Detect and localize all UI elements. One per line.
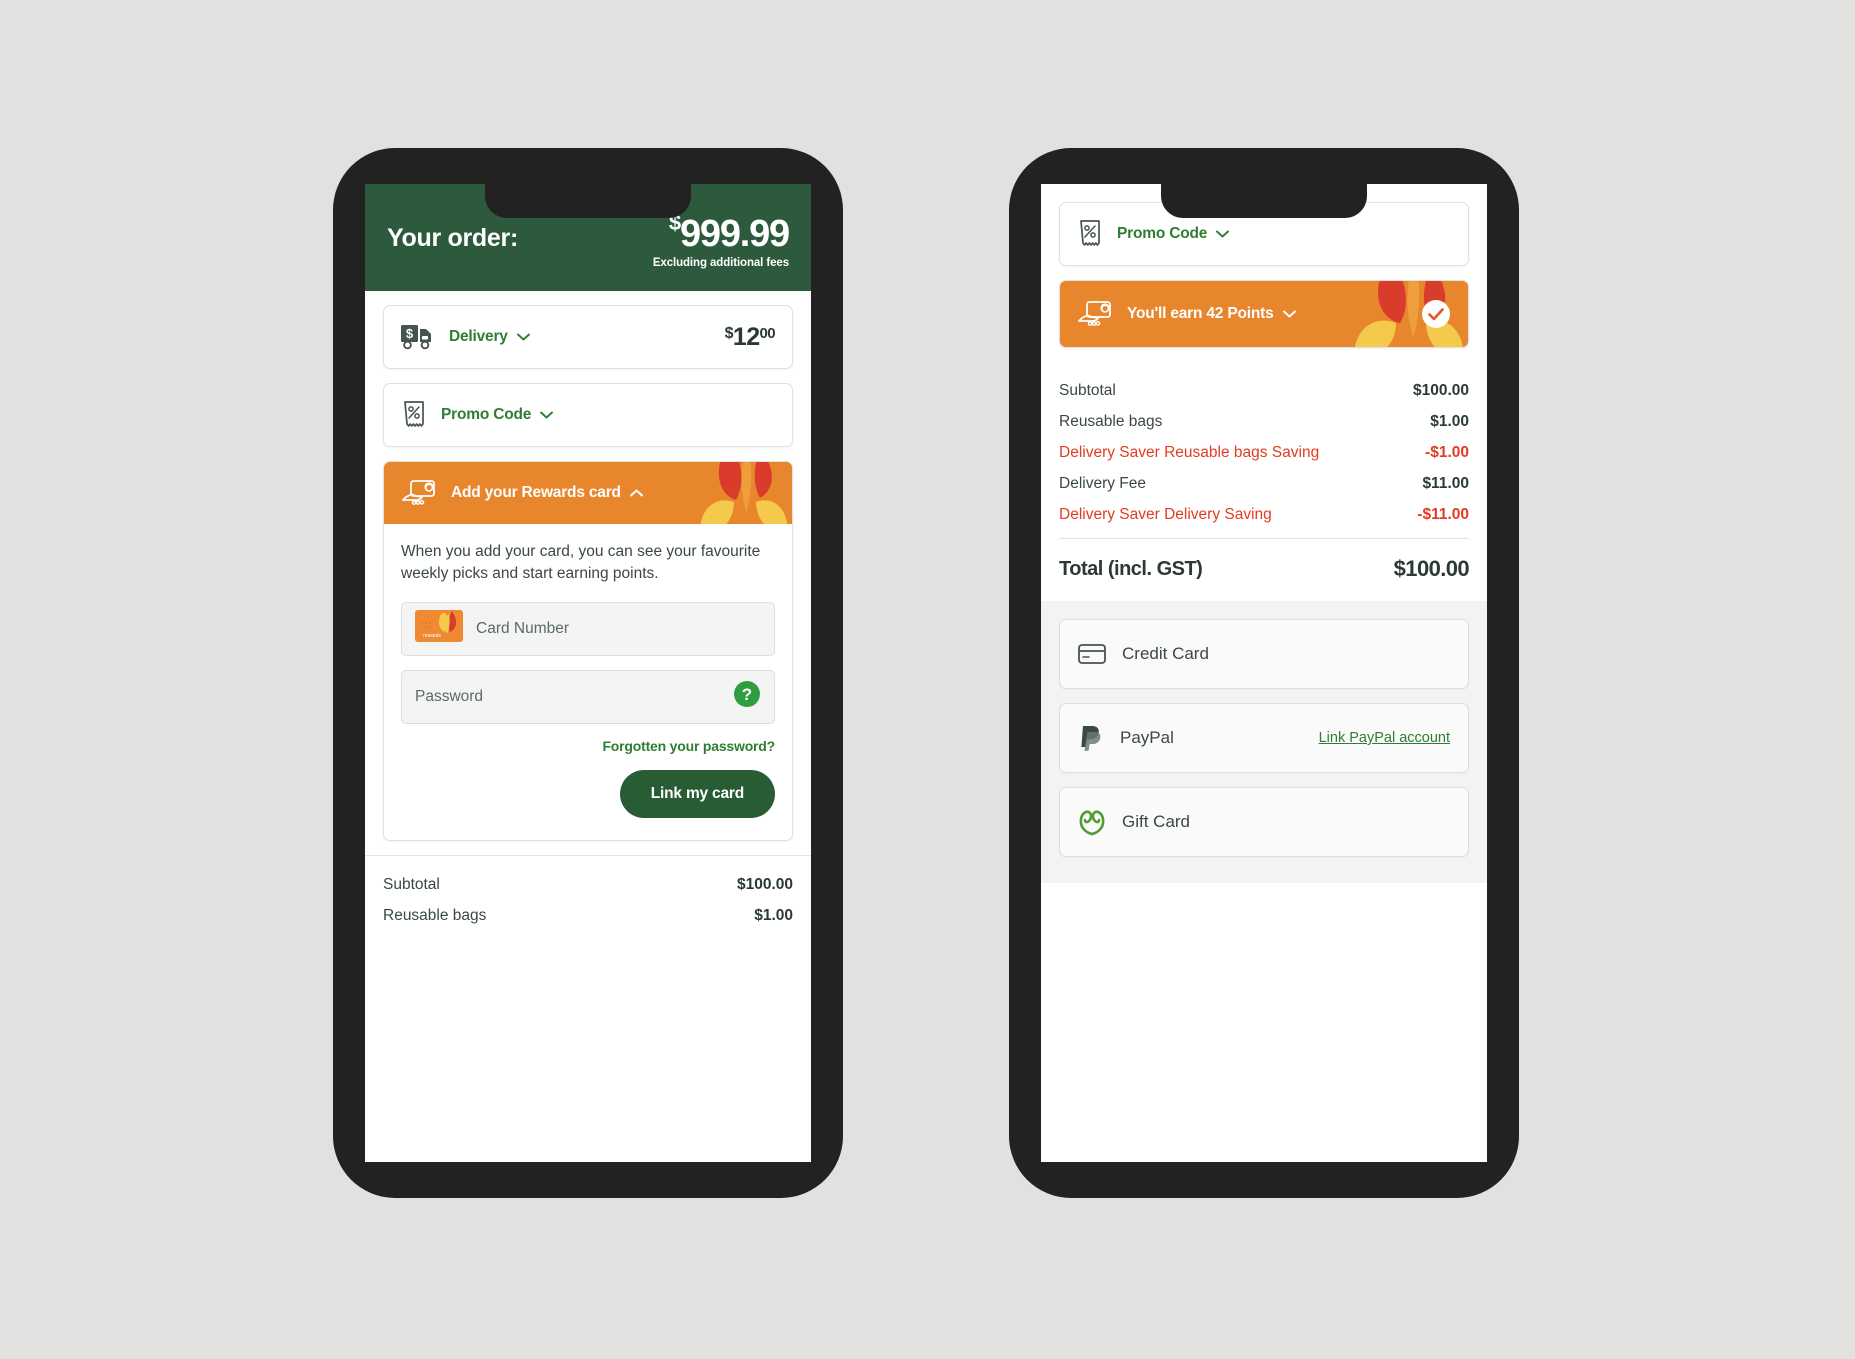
- points-prefix: You'll earn: [1127, 305, 1207, 322]
- rewards-submit-row: Link my card: [401, 769, 775, 818]
- chevron-down-icon[interactable]: [1282, 305, 1296, 323]
- promo-code-label: Promo Code: [441, 406, 532, 423]
- delivery-cents: 00: [759, 324, 776, 342]
- rewards-leaf-decoration: [692, 462, 792, 524]
- summary-amount: $100.00: [1412, 382, 1469, 399]
- svg-text:?: ?: [742, 685, 752, 704]
- delivery-currency: $: [724, 324, 734, 342]
- bottom-white-strip: [1041, 883, 1487, 909]
- rewards-card-hand-icon: [1077, 300, 1113, 328]
- summary-amount: -$11.00: [1417, 506, 1469, 523]
- chevron-down-icon[interactable]: [1216, 225, 1230, 243]
- password-field[interactable]: Password ?: [401, 669, 775, 724]
- delivery-dollars: 12: [732, 322, 760, 351]
- summary-label: Reusable bags: [1059, 413, 1163, 430]
- points-value: 42: [1206, 305, 1224, 322]
- order-total-row: Total (incl. GST) $100.00: [1059, 539, 1470, 601]
- payment-method-label: PayPal: [1120, 728, 1174, 747]
- screen-left: Your order: $999.99 Excluding additional…: [365, 184, 811, 1162]
- order-total-block: $999.99 Excluding additional fees: [652, 212, 790, 270]
- payment-method-gift-card[interactable]: Gift Card: [1059, 787, 1469, 857]
- summary-label: Delivery Saver Delivery Saving: [1059, 506, 1272, 523]
- summary-label: Delivery Fee: [1059, 475, 1146, 492]
- check-circle-icon: [1421, 299, 1451, 329]
- payment-methods-list: Credit Card PayPal Link PayPal account G…: [1041, 601, 1487, 883]
- order-total-note: Excluding additional fees: [652, 257, 789, 269]
- link-my-card-button[interactable]: Link my card: [619, 769, 775, 818]
- rewards-card-header[interactable]: Add your Rewards card: [384, 462, 792, 524]
- promo-code-card[interactable]: Promo Code: [383, 383, 793, 447]
- phone-notch-left: [485, 184, 691, 218]
- phone-mockup-left: Your order: $999.99 Excluding additional…: [333, 148, 843, 1198]
- summary-amount: -$1.00: [1425, 444, 1469, 461]
- payment-method-label: Gift Card: [1122, 812, 1191, 831]
- chevron-down-icon[interactable]: [516, 328, 530, 346]
- rewards-card-thumbnail: rewards: [415, 610, 463, 647]
- rewards-card-hand-icon: [401, 479, 437, 507]
- phone-notch-right: [1161, 184, 1367, 218]
- summary-label: Reusable bags: [383, 906, 487, 924]
- screenshot-stage: Your order: $999.99 Excluding additional…: [0, 0, 1855, 1359]
- rewards-card-header-label: Add your Rewards card: [451, 484, 621, 501]
- svg-text:rewards: rewards: [423, 633, 441, 639]
- payment-method-label: Credit Card: [1122, 644, 1209, 663]
- order-summary-left: Subtotal $100.00 Reusable bags $1.00: [365, 854, 811, 927]
- order-total-value: 999.99: [679, 213, 790, 255]
- order-summary-right: Subtotal $100.00 Reusable bags $1.00 Del…: [1041, 362, 1487, 601]
- promo-code-label: Promo Code: [1117, 225, 1208, 242]
- summary-row: Subtotal $100.00: [383, 874, 793, 896]
- delivery-truck-icon: $: [401, 324, 435, 350]
- summary-amount: $11.00: [1422, 475, 1469, 492]
- summary-amount: $1.00: [754, 906, 793, 924]
- summary-amount: $100.00: [736, 875, 793, 893]
- summary-row: Subtotal $100.00: [1059, 380, 1469, 402]
- checkout-body-left: $ Delivery $1200 Promo Code Add your Rew…: [365, 291, 811, 841]
- chevron-up-icon[interactable]: [629, 484, 643, 502]
- credit-card-icon: [1078, 643, 1106, 665]
- svg-text:$: $: [406, 326, 414, 341]
- summary-label: Subtotal: [1059, 382, 1116, 399]
- delivery-row[interactable]: $ Delivery $1200: [384, 306, 792, 368]
- points-banner-label: You'll earn 42 Points: [1127, 305, 1274, 323]
- delivery-card[interactable]: $ Delivery $1200: [383, 305, 793, 369]
- promo-receipt-icon: [401, 400, 427, 430]
- chevron-down-icon[interactable]: [540, 406, 554, 424]
- summary-row: Reusable bags $1.00: [1059, 411, 1469, 433]
- summary-row: Delivery Saver Reusable bags Saving -$1.…: [1059, 442, 1469, 464]
- promo-code-row[interactable]: Promo Code: [384, 384, 792, 446]
- payment-method-paypal[interactable]: PayPal Link PayPal account: [1059, 703, 1469, 773]
- order-total-amount: $999.99: [653, 212, 790, 255]
- order-total-label: Total (incl. GST): [1059, 557, 1203, 580]
- phone-mockup-right: Promo Code You'll earn 42 Points Subtota…: [1009, 148, 1519, 1198]
- summary-label: Delivery Saver Reusable bags Saving: [1059, 444, 1320, 461]
- card-number-field[interactable]: rewards Card Number: [401, 601, 775, 656]
- help-question-icon[interactable]: ?: [733, 680, 761, 713]
- forgot-password-link[interactable]: Forgotten your password?: [401, 738, 775, 754]
- rewards-description: When you add your card, you can see your…: [401, 543, 761, 583]
- page-title: Your order:: [387, 224, 518, 252]
- summary-row: Delivery Fee $11.00: [1059, 473, 1469, 495]
- summary-row: Reusable bags $1.00: [383, 905, 793, 927]
- points-banner-header[interactable]: You'll earn 42 Points: [1060, 281, 1468, 347]
- points-banner[interactable]: You'll earn 42 Points: [1059, 280, 1469, 348]
- summary-row: Delivery Saver Delivery Saving -$11.00: [1059, 504, 1469, 526]
- delivery-label: Delivery: [449, 328, 508, 345]
- link-paypal-account-link[interactable]: Link PayPal account: [1319, 730, 1450, 746]
- rewards-card-section: Add your Rewards card When you add your …: [383, 461, 793, 841]
- rewards-card-body: When you add your card, you can see your…: [384, 524, 792, 840]
- promo-receipt-icon: [1077, 219, 1103, 249]
- points-suffix: Points: [1223, 305, 1274, 322]
- summary-amount: $1.00: [1430, 413, 1469, 430]
- order-total-amount: $100.00: [1393, 556, 1470, 581]
- screen-right: Promo Code You'll earn 42 Points Subtota…: [1041, 184, 1487, 1162]
- delivery-price: $1200: [724, 322, 776, 352]
- woolworths-logo-icon: [1078, 808, 1106, 836]
- card-number-placeholder: Card Number: [476, 619, 570, 637]
- password-placeholder: Password: [415, 687, 484, 705]
- payment-method-credit-card[interactable]: Credit Card: [1059, 619, 1469, 689]
- paypal-icon: [1078, 724, 1104, 752]
- summary-label: Subtotal: [383, 875, 440, 893]
